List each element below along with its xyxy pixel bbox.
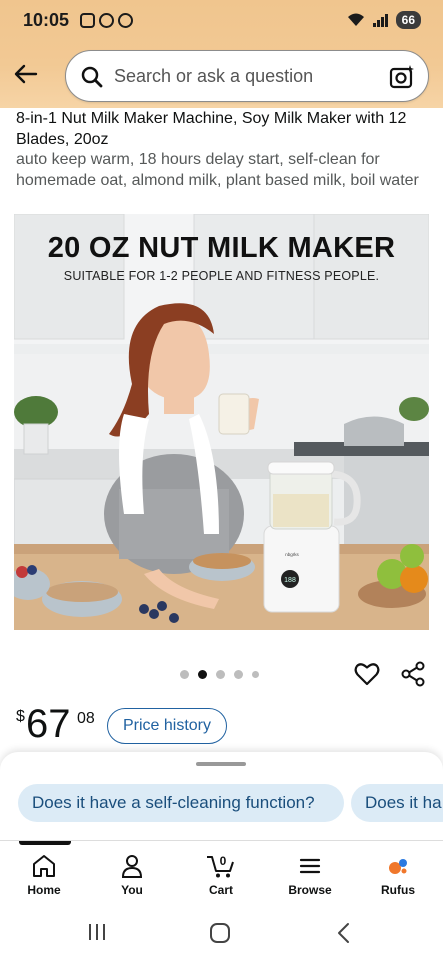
price-currency: $ [16, 708, 25, 725]
price-history-button[interactable]: Price history [107, 708, 227, 744]
screenshot-notification-icon [80, 13, 95, 28]
nav-rufus[interactable]: Rufus [363, 853, 433, 897]
rufus-suggestions-sheet: Does it have a self-cleaning function? D… [0, 752, 443, 844]
user-icon [121, 855, 143, 878]
menu-icon [299, 858, 321, 874]
carousel-dot-active[interactable] [198, 670, 207, 679]
product-image[interactable]: 188 nbgrks 20 OZ NUT MILK MAKER SUITABLE… [14, 214, 429, 630]
sheet-drag-handle[interactable] [196, 762, 246, 766]
active-tab-indicator [19, 841, 71, 845]
product-title[interactable]: 8-in-1 Nut Milk Maker Machine, Soy Milk … [16, 108, 428, 150]
image-subheadline: SUITABLE FOR 1-2 PEOPLE AND FITNESS PEOP… [63, 269, 380, 283]
system-navigation-bar [0, 902, 443, 960]
battery-icon: 66 [395, 11, 421, 29]
nav-you-label: You [121, 883, 143, 897]
cart-count-badge: 0 [220, 854, 227, 868]
image-headline: 20 OZ NUT MILK MAKER [47, 232, 396, 264]
search-icon [81, 66, 103, 88]
price-fraction: 08 [77, 710, 95, 727]
carousel-indicator[interactable] [180, 670, 259, 679]
home-button-icon[interactable] [209, 922, 231, 944]
nav-rufus-label: Rufus [381, 883, 415, 897]
carousel-dot[interactable] [252, 671, 259, 678]
heart-icon[interactable] [354, 661, 380, 687]
status-bar: 10:05 66 [0, 0, 443, 40]
status-time: 10:05 [23, 10, 70, 30]
app-header: 10:05 66 Search or ask a question [0, 0, 443, 108]
wifi-icon [347, 13, 364, 26]
media-notification-icon [99, 13, 114, 28]
nav-cart[interactable]: 0 Cart [186, 853, 256, 897]
nav-browse-label: Browse [288, 883, 332, 897]
rufus-icon [389, 859, 407, 874]
nav-cart-label: Cart [208, 883, 233, 897]
system-back-icon[interactable] [334, 922, 354, 944]
search-bar[interactable]: Search or ask a question [65, 50, 429, 102]
signal-icon [372, 14, 388, 27]
nav-browse[interactable]: Browse [275, 853, 345, 897]
device-brand: nbgrks [285, 552, 299, 557]
nav-home-label: Home [27, 883, 61, 897]
carousel-dot[interactable] [234, 670, 243, 679]
device-display: 188 [284, 577, 296, 584]
back-arrow-icon[interactable] [12, 60, 40, 88]
search-input[interactable]: Search or ask a question [114, 66, 313, 87]
bottom-navigation: Home You 0 Cart Browse Rufus [0, 840, 443, 902]
home-icon [33, 855, 55, 877]
product-subtitle: auto keep warm, 18 hours delay start, se… [16, 151, 419, 189]
price-whole: 67 [26, 702, 71, 746]
suggestion-chip[interactable]: Does it have a self-cleaning function? [18, 784, 344, 822]
whatsapp-notification-icon [118, 13, 133, 28]
cart-icon: 0 [207, 854, 234, 878]
nav-home[interactable]: Home [9, 853, 79, 897]
camera-search-icon[interactable] [388, 63, 416, 91]
share-icon[interactable] [400, 661, 426, 687]
nav-you[interactable]: You [97, 853, 167, 897]
recent-apps-icon[interactable] [86, 922, 108, 942]
carousel-dot[interactable] [216, 670, 225, 679]
suggestion-chip[interactable]: Does it ha [351, 784, 443, 822]
carousel-dot[interactable] [180, 670, 189, 679]
